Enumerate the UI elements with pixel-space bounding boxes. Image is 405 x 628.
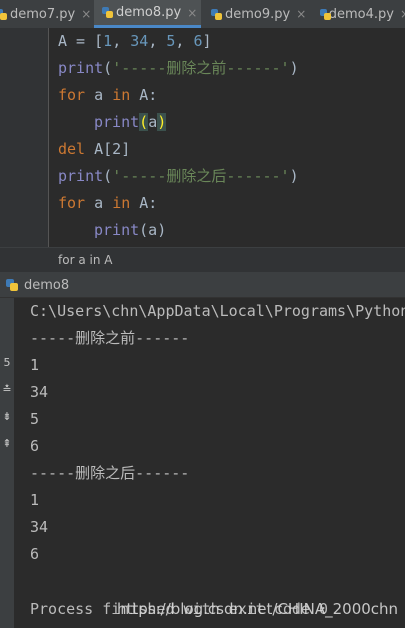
- tab-label: demo9.py: [225, 6, 291, 22]
- code-line-3: for a in A:: [58, 86, 158, 104]
- run-tab-label: demo8: [24, 277, 70, 293]
- run-tool-window-header: demo8: [0, 272, 405, 298]
- tab-demo7[interactable]: demo7.py ×: [0, 0, 93, 28]
- close-icon[interactable]: ×: [81, 7, 91, 21]
- rerun-icon[interactable]: 5: [0, 356, 14, 369]
- print-icon[interactable]: ⇞: [0, 437, 14, 450]
- console-line: 6: [30, 545, 40, 563]
- tab-label: demo7.py: [10, 6, 76, 22]
- console-line: 34: [30, 383, 49, 401]
- close-icon[interactable]: ×: [296, 7, 306, 21]
- console-line: -----删除之前------: [30, 329, 190, 347]
- code-line-1: A = [1, 34, 5, 6]: [58, 32, 212, 50]
- tab-demo8[interactable]: demo8.py ×: [94, 0, 201, 28]
- soft-wrap-icon[interactable]: ≛: [0, 383, 14, 396]
- console-line: 6: [30, 437, 40, 455]
- tab-label: demo4.py: [328, 6, 394, 22]
- code-line-8: print(a): [94, 221, 167, 239]
- matched-paren: (: [139, 113, 149, 131]
- matched-paren: ): [157, 113, 167, 131]
- console-line: 5: [30, 410, 40, 428]
- python-file-icon: [320, 8, 331, 20]
- watermark-text: https://blog.csdn.net/CHINA_2000chn: [117, 600, 399, 618]
- python-file-icon: [211, 8, 222, 20]
- scroll-to-end-icon[interactable]: ⇟: [0, 410, 14, 423]
- console-line: 1: [30, 356, 40, 374]
- python-file-icon: [102, 7, 113, 18]
- code-line-6: print('-----删除之后------'): [58, 167, 299, 185]
- breadcrumb[interactable]: for a in A: [0, 247, 405, 272]
- close-icon[interactable]: ×: [187, 6, 197, 20]
- run-console[interactable]: C:\Users\chn\AppData\Local\Programs\Pyth…: [14, 298, 405, 628]
- code-line-4: print(a): [94, 113, 167, 131]
- python-run-icon: [6, 279, 18, 291]
- tab-label: demo8.py: [116, 5, 182, 20]
- console-line: 34: [30, 518, 49, 536]
- tab-demo4[interactable]: demo4.py ×: [310, 0, 405, 28]
- code-line-2: print('-----删除之前------'): [58, 59, 299, 77]
- code-line-7: for a in A:: [58, 194, 158, 212]
- editor-tab-bar: demo7.py × demo8.py × demo9.py × demo4.p…: [0, 0, 405, 29]
- close-icon[interactable]: ×: [400, 7, 405, 21]
- code-line-5: del A[2]: [58, 140, 131, 158]
- python-file-icon: [0, 8, 7, 20]
- console-line: -----删除之后------: [30, 464, 190, 482]
- run-tab-demo8[interactable]: demo8: [6, 272, 69, 298]
- tab-demo9[interactable]: demo9.py ×: [203, 0, 308, 28]
- run-toolbar: 5 ≛ ⇟ ⇞: [0, 298, 14, 628]
- code-editor[interactable]: A = [1, 34, 5, 6] print('-----删除之前------…: [0, 28, 405, 247]
- console-line: 1: [30, 491, 40, 509]
- editor-gutter[interactable]: [0, 28, 49, 247]
- console-line: C:\Users\chn\AppData\Local\Programs\Pyth…: [30, 302, 405, 320]
